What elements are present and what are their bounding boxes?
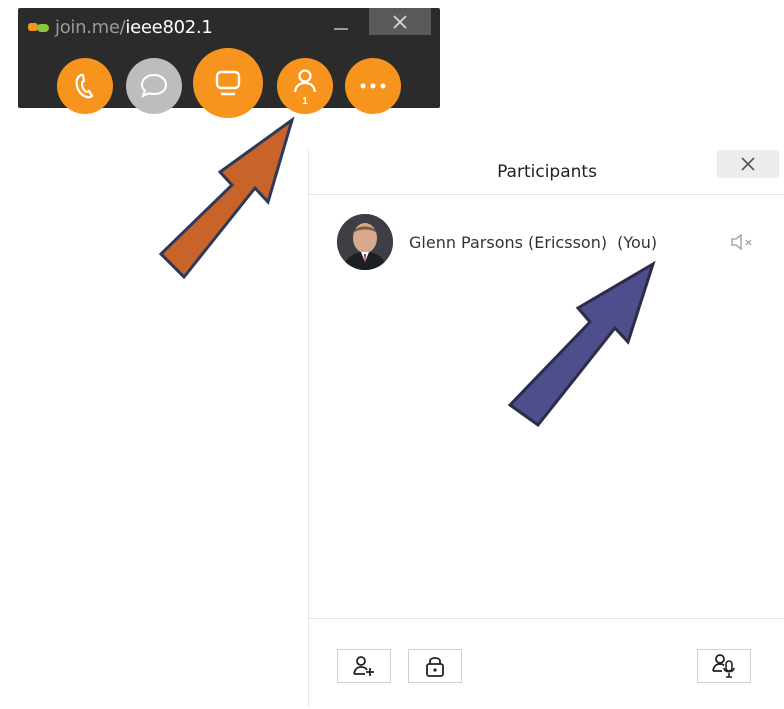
purple-arrow — [507, 260, 656, 428]
orange-arrow — [158, 116, 295, 280]
annotation-arrows — [158, 116, 656, 428]
